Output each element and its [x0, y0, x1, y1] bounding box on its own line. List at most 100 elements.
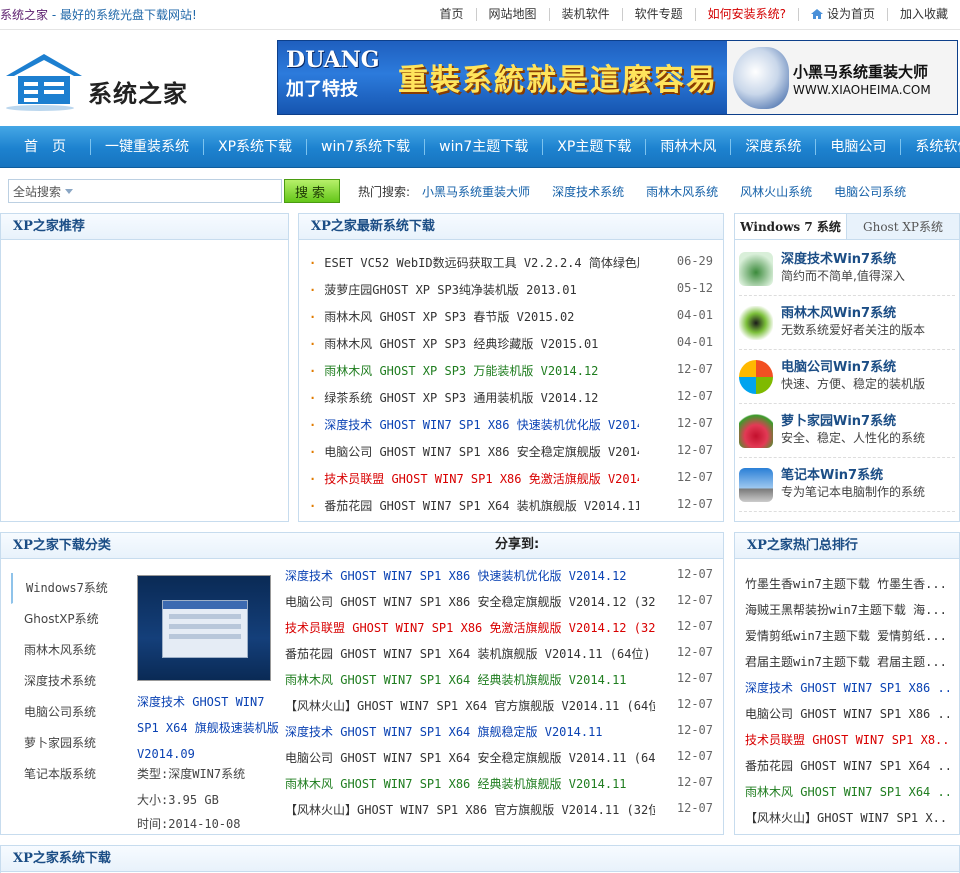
hot-search-link[interactable]: 小黑马系统重装大师	[422, 183, 530, 200]
latest-list-item[interactable]: 绿茶系统 GHOST XP SP3 通用装机版 V2014.12 12-07	[309, 389, 713, 407]
category-item[interactable]: 电脑公司系统	[11, 697, 127, 728]
nav-home[interactable]: 首 页	[0, 139, 90, 155]
win7-item-title[interactable]: 笔记本Win7系统	[781, 464, 883, 483]
top-link-how-to-install[interactable]: 如何安装系统?	[694, 8, 798, 21]
latest-item-title[interactable]: 雨林木风 GHOST XP SP3 春节版 V2015.02	[309, 308, 574, 326]
hot-search-link[interactable]: 电脑公司系统	[834, 183, 906, 200]
category-item[interactable]: Windows7系统	[11, 573, 127, 604]
download-item-title[interactable]: 【风林火山】GHOST WIN7 SP1 X64 官方旗舰版 V2014.11 …	[285, 697, 655, 715]
latest-item-title[interactable]: 番茄花园 GHOST WIN7 SP1 X64 装机旗舰版 V2014.11 (…	[309, 497, 639, 515]
download-list-item[interactable]: 【风林火山】GHOST WIN7 SP1 X86 官方旗舰版 V2014.11 …	[285, 801, 713, 819]
category-item[interactable]: GhostXP系统	[11, 604, 127, 635]
category-item[interactable]: 雨林木风系统	[11, 635, 127, 666]
latest-item-title[interactable]: 深度技术 GHOST WIN7 SP1 X86 快速装机优化版 V2014.12…	[309, 416, 639, 434]
search-input[interactable]: 全站搜索	[8, 179, 282, 203]
latest-list-item[interactable]: 番茄花园 GHOST WIN7 SP1 X64 装机旗舰版 V2014.11 (…	[309, 497, 713, 515]
win7-list-item[interactable]: 深度技术Win7系统 简约而不简单,值得深入	[739, 242, 955, 296]
search-button[interactable]: 搜索	[284, 179, 340, 203]
win7-list-item[interactable]: 电脑公司Win7系统 快速、方便、稳定的装机版	[739, 350, 955, 404]
win7-list-item[interactable]: 雨林木风Win7系统 无数系统爱好者关注的版本	[739, 296, 955, 350]
nav-system-software[interactable]: 系统软件	[900, 138, 960, 155]
nav-one-click-install[interactable]: 一键重装系统	[90, 138, 203, 155]
win7-item-title[interactable]: 雨林木风Win7系统	[781, 302, 896, 321]
latest-item-title[interactable]: 菠萝庄园GHOST XP SP3纯净装机版 2013.01	[309, 281, 577, 299]
nav-win7-download[interactable]: win7系统下载	[306, 138, 424, 155]
category-item[interactable]: 萝卜家园系统	[11, 728, 127, 759]
top-link-topics[interactable]: 软件专题	[621, 8, 695, 21]
download-list-item[interactable]: 雨林木风 GHOST WIN7 SP1 X64 经典装机旗舰版 V2014.11…	[285, 671, 713, 689]
download-list-item[interactable]: 番茄花园 GHOST WIN7 SP1 X64 装机旗舰版 V2014.11 (…	[285, 645, 713, 663]
download-item-title[interactable]: 番茄花园 GHOST WIN7 SP1 X64 装机旗舰版 V2014.11 (…	[285, 645, 651, 663]
top-link-home[interactable]: 首页	[428, 8, 476, 21]
latest-item-title[interactable]: 雨林木风 GHOST XP SP3 经典珍藏版 V2015.01	[309, 335, 598, 353]
latest-item-title[interactable]: ESET VC52 WebID数远码获取工具 V2.2.2.4 简体绿色版	[309, 254, 639, 272]
latest-list-item[interactable]: 雨林木风 GHOST XP SP3 经典珍藏版 V2015.01 04-01	[309, 335, 713, 353]
hot-search-link[interactable]: 风林火山系统	[740, 183, 812, 200]
deepin-icon[interactable]	[739, 252, 773, 286]
latest-list-item[interactable]: 雨林木风 GHOST XP SP3 万能装机版 V2014.12 12-07	[309, 362, 713, 380]
site-brand-link[interactable]: 系统之家	[0, 8, 48, 22]
hot-rank-item[interactable]: 爱情剪纸win7主题下载 爱情剪纸...	[745, 627, 949, 645]
radish-icon[interactable]	[739, 414, 773, 448]
hot-rank-item[interactable]: 技术员联盟 GHOST WIN7 SP1 X8...	[745, 731, 949, 749]
download-item-title[interactable]: 雨林木风 GHOST WIN7 SP1 X86 经典装机旗舰版 V2014.11	[285, 775, 627, 793]
win7-item-title[interactable]: 萝卜家园Win7系统	[781, 410, 896, 429]
hot-rank-item[interactable]: 君届主题win7主题下载 君届主题...	[745, 653, 949, 671]
category-item[interactable]: 笔记本版系统	[11, 759, 127, 790]
download-item-title[interactable]: 深度技术 GHOST WIN7 SP1 X64 旗舰稳定版 V2014.11	[285, 723, 603, 741]
hot-rank-item[interactable]: 电脑公司 GHOST WIN7 SP1 X86 ...	[745, 705, 949, 723]
site-logo[interactable]: 系统之家	[4, 50, 204, 112]
set-homepage-link[interactable]: 设为首页	[797, 8, 887, 21]
hot-search-link[interactable]: 深度技术系统	[552, 183, 624, 200]
latest-list-item[interactable]: 深度技术 GHOST WIN7 SP1 X86 快速装机优化版 V2014.12…	[309, 416, 713, 434]
win7-item-title[interactable]: 深度技术Win7系统	[781, 248, 896, 267]
hot-rank-item[interactable]: 雨林木风 GHOST WIN7 SP1 X64 ...	[745, 783, 949, 801]
featured-thumbnail[interactable]	[137, 575, 271, 681]
win7-list-item[interactable]: 萝卜家园Win7系统 安全、稳定、人性化的系统	[739, 404, 955, 458]
latest-item-title[interactable]: 电脑公司 GHOST WIN7 SP1 X86 安全稳定旗舰版 V2014.12…	[309, 443, 639, 461]
featured-title[interactable]: 深度技术 GHOST WIN7 SP1 X64 旗舰极速装机版 V2014.09	[137, 689, 281, 767]
hot-search-link[interactable]: 雨林木风系统	[646, 183, 718, 200]
hot-rank-item[interactable]: 海贼王黑帮装扮win7主题下载 海...	[745, 601, 949, 619]
download-item-title[interactable]: 深度技术 GHOST WIN7 SP1 X86 快速装机优化版 V2014.12	[285, 567, 627, 585]
latest-list-item[interactable]: ESET VC52 WebID数远码获取工具 V2.2.2.4 简体绿色版 06-…	[309, 254, 713, 272]
download-list-item[interactable]: 技术员联盟 GHOST WIN7 SP1 X86 免激活旗舰版 V2014.12…	[285, 619, 713, 637]
nav-deepin[interactable]: 深度系统	[730, 138, 815, 155]
win7-list-item[interactable]: 笔记本Win7系统 专为笔记本电脑制作的系统	[739, 458, 955, 512]
tab-ghost-xp[interactable]: Ghost XP系统	[847, 214, 959, 239]
hot-rank-item[interactable]: 竹墨生香win7主题下载 竹墨生香...	[745, 575, 949, 593]
download-list-item[interactable]: 雨林木风 GHOST WIN7 SP1 X86 经典装机旗舰版 V2014.11…	[285, 775, 713, 793]
hot-rank-item[interactable]: 番茄花园 GHOST WIN7 SP1 X64 ...	[745, 757, 949, 775]
download-list-item[interactable]: 电脑公司 GHOST WIN7 SP1 X86 安全稳定旗舰版 V2014.12…	[285, 593, 713, 611]
download-list-item[interactable]: 电脑公司 GHOST WIN7 SP1 X64 安全稳定旗舰版 V2014.11…	[285, 749, 713, 767]
download-list-item[interactable]: 深度技术 GHOST WIN7 SP1 X86 快速装机优化版 V2014.12…	[285, 567, 713, 585]
latest-list-item[interactable]: 菠萝庄园GHOST XP SP3纯净装机版 2013.01 05-12	[309, 281, 713, 299]
nav-win7-themes[interactable]: win7主题下载	[424, 138, 542, 155]
latest-list-item[interactable]: 电脑公司 GHOST WIN7 SP1 X86 安全稳定旗舰版 V2014.12…	[309, 443, 713, 461]
laptop-icon[interactable]	[739, 468, 773, 502]
windows-logo-icon[interactable]	[739, 360, 773, 394]
nav-xp-download[interactable]: XP系统下载	[203, 138, 306, 155]
hot-rank-item[interactable]: 【风林火山】GHOST WIN7 SP1 X...	[745, 809, 949, 827]
nav-ylmf[interactable]: 雨林木风	[645, 138, 730, 155]
download-item-title[interactable]: 技术员联盟 GHOST WIN7 SP1 X86 免激活旗舰版 V2014.12…	[285, 619, 655, 637]
latest-list-item[interactable]: 技术员联盟 GHOST WIN7 SP1 X86 免激活旗舰版 V2014.12…	[309, 470, 713, 488]
download-item-title[interactable]: 电脑公司 GHOST WIN7 SP1 X64 安全稳定旗舰版 V2014.11…	[285, 749, 655, 767]
ylmf-icon[interactable]	[739, 306, 773, 340]
top-link-sitemap[interactable]: 网站地图	[475, 8, 549, 21]
download-item-title[interactable]: 【风林火山】GHOST WIN7 SP1 X86 官方旗舰版 V2014.11 …	[285, 801, 655, 819]
download-list-item[interactable]: 深度技术 GHOST WIN7 SP1 X64 旗舰稳定版 V2014.11 12…	[285, 723, 713, 741]
latest-item-title[interactable]: 技术员联盟 GHOST WIN7 SP1 X86 免激活旗舰版 V2014.12…	[309, 470, 639, 488]
download-item-title[interactable]: 雨林木风 GHOST WIN7 SP1 X64 经典装机旗舰版 V2014.11	[285, 671, 627, 689]
latest-list-item[interactable]: 雨林木风 GHOST XP SP3 春节版 V2015.02 04-01	[309, 308, 713, 326]
win7-item-title[interactable]: 电脑公司Win7系统	[781, 356, 896, 375]
latest-item-title[interactable]: 雨林木风 GHOST XP SP3 万能装机版 V2014.12	[309, 362, 598, 380]
chevron-down-icon[interactable]	[65, 188, 74, 194]
category-item[interactable]: 深度技术系统	[11, 666, 127, 697]
hot-rank-item[interactable]: 深度技术 GHOST WIN7 SP1 X86 ...	[745, 679, 949, 697]
tab-windows7[interactable]: Windows 7 系统	[735, 214, 847, 239]
add-favorite-link[interactable]: 加入收藏	[886, 8, 960, 21]
download-item-title[interactable]: 电脑公司 GHOST WIN7 SP1 X86 安全稳定旗舰版 V2014.12…	[285, 593, 655, 611]
download-list-item[interactable]: 【风林火山】GHOST WIN7 SP1 X64 官方旗舰版 V2014.11 …	[285, 697, 713, 715]
nav-dngs[interactable]: 电脑公司	[815, 138, 900, 155]
